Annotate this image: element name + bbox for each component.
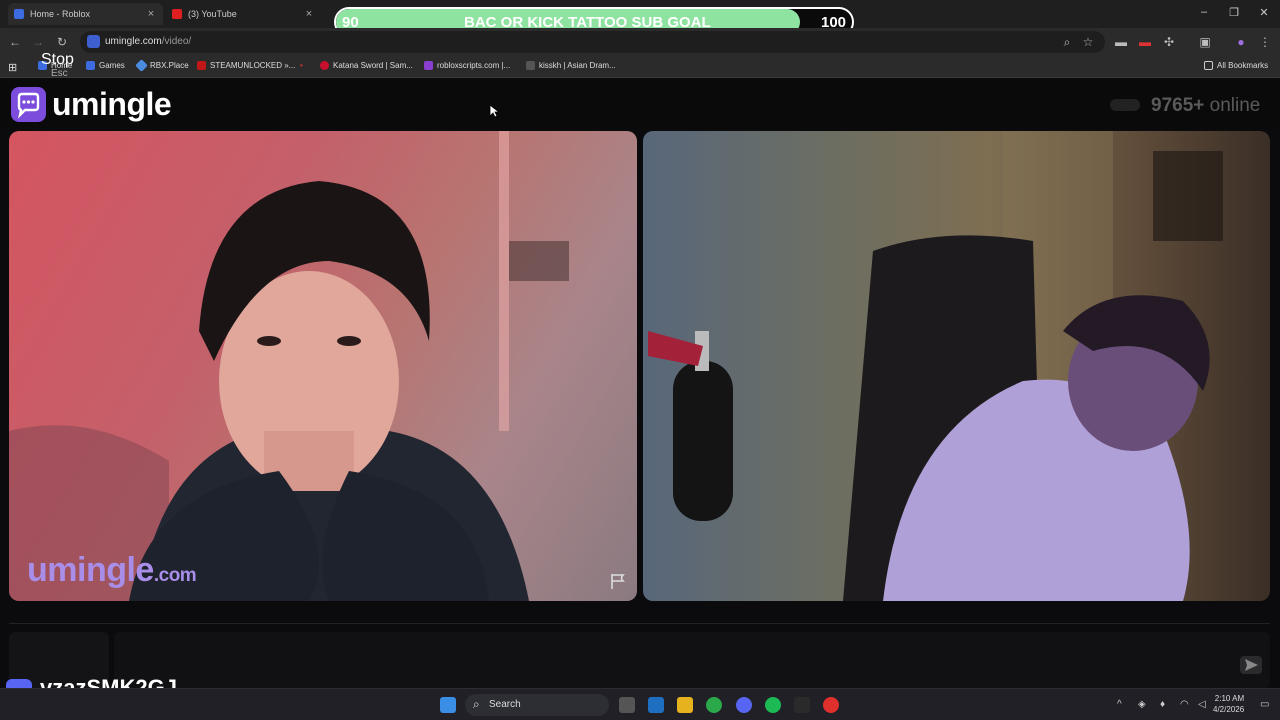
- profile-avatar-icon[interactable]: ●: [1234, 35, 1248, 49]
- self-webcam-image: [648, 131, 1223, 601]
- reload-icon[interactable]: ↻: [55, 35, 69, 49]
- send-icon[interactable]: [1240, 656, 1262, 674]
- microphone-icon[interactable]: ♦: [1160, 699, 1165, 710]
- windows-taskbar: ⌕ Search ^ ◈ ♦ ◠ ◁ 2:10 AM 4/2/2026 ▭: [0, 688, 1280, 720]
- bookmark-kisskh[interactable]: kisskh | Asian Dram...: [526, 61, 616, 70]
- stop-shortcut-hint: Esc: [51, 68, 68, 79]
- forward-icon[interactable]: →: [31, 35, 45, 49]
- maximize-icon[interactable]: ❐: [1227, 6, 1241, 19]
- extension-icon[interactable]: ▬: [1114, 35, 1128, 49]
- browser-toolbar: ← → ↻ umingle.com/video/ ⌕ ☆ ▬ ▬ ✣ ▣ ● ⋮: [0, 28, 1280, 56]
- folder-icon: [1204, 61, 1213, 70]
- taskbar-clock[interactable]: 2:10 AM 4/2/2026: [1213, 693, 1244, 715]
- umingle-header: umingle 9765+ online: [0, 79, 1280, 129]
- umingle-watermark: umingle.com: [27, 551, 197, 589]
- tray-overflow-icon[interactable]: ^: [1117, 699, 1122, 710]
- notifications-icon[interactable]: ▭: [1260, 699, 1269, 710]
- chat-bubble-logo-icon[interactable]: [11, 87, 46, 122]
- divider: [9, 623, 1270, 624]
- robloxscripts-icon: [424, 61, 433, 70]
- window-close-icon[interactable]: ✕: [1257, 6, 1271, 19]
- extensions-puzzle-icon[interactable]: ✣: [1162, 35, 1176, 49]
- chat-controls: [0, 601, 1280, 688]
- kisskh-icon: [526, 61, 535, 70]
- roblox-bookmark-icon: [86, 61, 95, 70]
- roblox-favicon-icon: [14, 9, 24, 19]
- tab-youtube[interactable]: (3) YouTube ×: [166, 3, 321, 25]
- address-bar[interactable]: umingle.com/video/ ⌕ ☆: [80, 31, 1105, 53]
- online-toggle: [1110, 99, 1140, 111]
- tab-roblox[interactable]: Home - Roblox ×: [8, 3, 163, 25]
- address-url[interactable]: umingle.com/video/: [105, 36, 191, 47]
- bookmark-steamunlocked[interactable]: STEAMUNLOCKED »...: [197, 61, 295, 70]
- task-view-icon[interactable]: [619, 697, 635, 713]
- discord-taskbar-icon[interactable]: [736, 697, 752, 713]
- bookmark-katana-sword[interactable]: Katana Sword | Sam...: [320, 61, 413, 70]
- zoom-icon[interactable]: ⌕: [1060, 35, 1074, 50]
- app-dark-icon[interactable]: [794, 697, 810, 713]
- bookmarks-bar: ⊞ Home Games RBX.Place STEAMUNLOCKED »..…: [0, 56, 1280, 78]
- tab-label: Home - Roblox: [30, 9, 91, 19]
- tab-close-icon[interactable]: ×: [145, 8, 157, 20]
- volume-icon[interactable]: ◁: [1198, 699, 1206, 710]
- taskbar-search[interactable]: ⌕ Search: [465, 694, 609, 716]
- online-counter: 9765+ online: [1151, 95, 1261, 116]
- bookmark-robloxscripts[interactable]: robloxscripts.com |...: [424, 61, 510, 70]
- all-bookmarks[interactable]: All Bookmarks: [1204, 61, 1268, 70]
- tab-label: (3) YouTube: [188, 9, 237, 19]
- bookmark-red-dot-icon[interactable]: •: [300, 61, 303, 70]
- file-explorer-icon[interactable]: [677, 697, 693, 713]
- search-icon: ⌕: [473, 697, 480, 711]
- site-logo-text[interactable]: umingle: [52, 86, 172, 123]
- taskbar-search-placeholder: Search: [489, 699, 521, 710]
- back-icon[interactable]: ←: [8, 35, 22, 49]
- bookmark-games[interactable]: Games: [86, 61, 125, 70]
- extension-red-icon[interactable]: ▬: [1138, 35, 1152, 49]
- stranger-webcam-image: [9, 131, 569, 601]
- youtube-favicon-icon: [172, 9, 182, 19]
- apps-grid-icon[interactable]: ⊞: [8, 61, 17, 74]
- rbx-place-icon: [135, 59, 148, 72]
- tab-close-icon[interactable]: ×: [303, 8, 315, 20]
- spotify-icon[interactable]: [765, 697, 781, 713]
- katana-sword-icon: [320, 61, 329, 70]
- bookmark-rbx-place[interactable]: RBX.Place: [135, 59, 189, 72]
- stop-button-label[interactable]: Stop: [41, 51, 74, 69]
- app-icon[interactable]: [648, 697, 664, 713]
- chat-message-input[interactable]: [114, 632, 1270, 688]
- self-video-feed: [643, 131, 1270, 601]
- chrome-icon[interactable]: [706, 697, 722, 713]
- wifi-icon[interactable]: ◠: [1180, 699, 1189, 710]
- report-flag-icon[interactable]: [609, 572, 627, 590]
- side-panel-icon[interactable]: ▣: [1198, 35, 1212, 49]
- minimize-icon[interactable]: –: [1197, 6, 1211, 18]
- tray-app-icon[interactable]: ◈: [1138, 699, 1146, 710]
- mouse-cursor-icon: [489, 104, 499, 118]
- opera-icon[interactable]: [823, 697, 839, 713]
- start-windows-icon[interactable]: [440, 697, 456, 713]
- browser-menu-icon[interactable]: ⋮: [1258, 35, 1272, 49]
- bookmark-star-icon[interactable]: ☆: [1081, 35, 1095, 49]
- stranger-video-feed: umingle.com: [9, 131, 637, 601]
- site-info-icon[interactable]: [87, 35, 100, 48]
- steamunlocked-icon: [197, 61, 206, 70]
